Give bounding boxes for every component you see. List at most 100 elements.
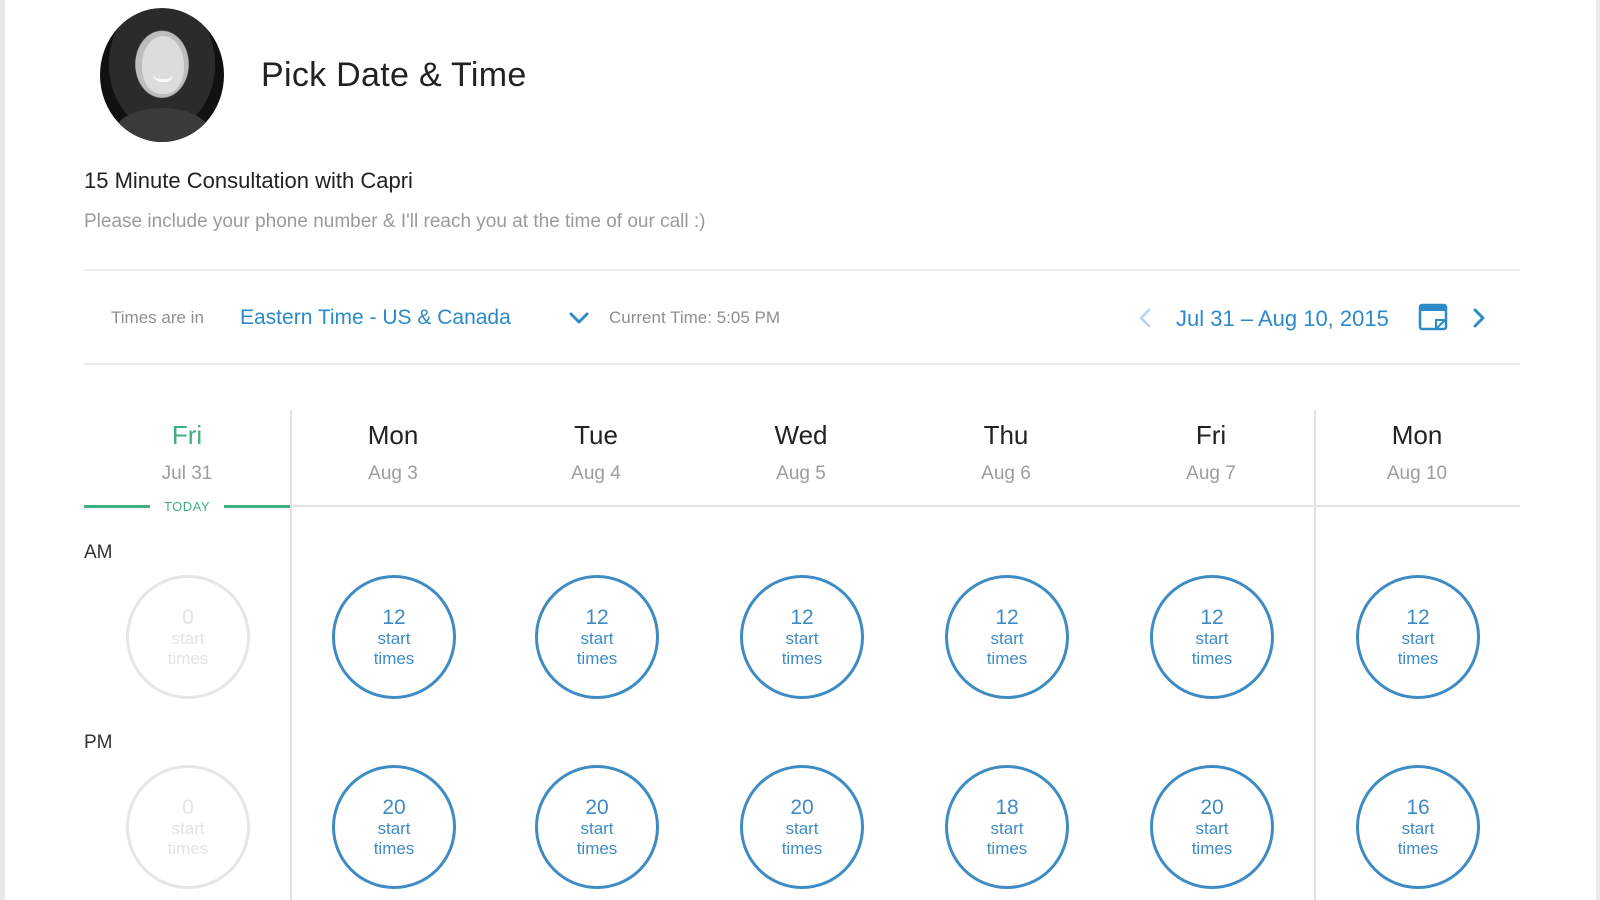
today-label: TODAY bbox=[163, 499, 211, 514]
slot-unit: times bbox=[373, 838, 415, 858]
slot-unit: start bbox=[171, 628, 205, 648]
date-range-label: Jul 31 – Aug 10, 2015 bbox=[1176, 306, 1389, 331]
am-slot-aug-3[interactable]: 12 start times bbox=[332, 575, 456, 699]
day-name: Tue bbox=[574, 420, 618, 450]
page-title: Pick Date & Time bbox=[261, 56, 527, 94]
slot-count: 20 bbox=[790, 795, 814, 819]
pm-slot-jul-31: 0 start times bbox=[126, 765, 250, 889]
slot-unit: start bbox=[580, 628, 614, 648]
pm-slot-aug-4[interactable]: 20 start times bbox=[535, 765, 659, 889]
slot-unit: times bbox=[167, 838, 209, 858]
day-date: Jul 31 bbox=[161, 463, 213, 484]
day-header-3: Wed Aug 5 bbox=[711, 420, 891, 485]
day-name: Fri bbox=[1195, 420, 1227, 450]
timezone-select[interactable]: Eastern Time - US & Canada bbox=[240, 306, 511, 330]
slot-count: 12 bbox=[995, 605, 1019, 629]
pm-slot-aug-7[interactable]: 20 start times bbox=[1150, 765, 1274, 889]
day-name: Fri bbox=[171, 420, 203, 450]
slot-count: 12 bbox=[382, 605, 406, 629]
slot-unit: times bbox=[986, 838, 1028, 858]
slot-count: 0 bbox=[182, 605, 194, 629]
slot-unit: start bbox=[1401, 628, 1435, 648]
day-date: Aug 6 bbox=[981, 463, 1031, 484]
slot-count: 12 bbox=[1406, 605, 1430, 629]
slot-unit: start bbox=[1195, 628, 1229, 648]
chevron-left-icon[interactable] bbox=[1136, 306, 1154, 330]
slot-count: 12 bbox=[1200, 605, 1224, 629]
window-frame-right bbox=[1596, 0, 1600, 900]
slot-unit: start bbox=[377, 818, 411, 838]
day-header-1: Mon Aug 3 bbox=[303, 420, 483, 485]
slot-unit: times bbox=[576, 838, 618, 858]
day-name: Mon bbox=[367, 420, 419, 450]
slot-count: 12 bbox=[790, 605, 814, 629]
avatar bbox=[100, 8, 224, 142]
window-frame-left bbox=[0, 0, 5, 900]
slot-unit: times bbox=[167, 648, 209, 668]
slot-unit: times bbox=[373, 648, 415, 668]
slot-unit: start bbox=[990, 818, 1024, 838]
am-slot-aug-4[interactable]: 12 start times bbox=[535, 575, 659, 699]
slot-count: 20 bbox=[585, 795, 609, 819]
am-label: AM bbox=[84, 542, 113, 563]
slot-unit: times bbox=[1191, 648, 1233, 668]
today-underline-right bbox=[224, 505, 290, 508]
day-date: Aug 3 bbox=[368, 463, 418, 484]
day-date: Aug 4 bbox=[571, 463, 621, 484]
slot-count: 20 bbox=[382, 795, 406, 819]
am-slot-aug-7[interactable]: 12 start times bbox=[1150, 575, 1274, 699]
am-slot-aug-6[interactable]: 12 start times bbox=[945, 575, 1069, 699]
header-divider bbox=[293, 505, 1520, 507]
chevron-right-icon[interactable] bbox=[1470, 306, 1488, 330]
pm-slot-aug-5[interactable]: 20 start times bbox=[740, 765, 864, 889]
avatar-shoulders bbox=[114, 108, 210, 142]
slot-unit: start bbox=[1195, 818, 1229, 838]
day-date: Aug 7 bbox=[1186, 463, 1236, 484]
day-header-2: Tue Aug 4 bbox=[506, 420, 686, 485]
slot-unit: start bbox=[785, 818, 819, 838]
day-name: Thu bbox=[983, 420, 1029, 450]
day-header-0: Fri Jul 31 bbox=[97, 420, 277, 485]
day-date: Aug 10 bbox=[1386, 463, 1448, 484]
day-name: Mon bbox=[1391, 420, 1443, 450]
slot-unit: times bbox=[781, 648, 823, 668]
slot-count: 12 bbox=[585, 605, 609, 629]
am-slot-aug-10[interactable]: 12 start times bbox=[1356, 575, 1480, 699]
pm-label: PM bbox=[84, 732, 113, 753]
day-header-4: Thu Aug 6 bbox=[916, 420, 1096, 485]
avatar-face bbox=[142, 36, 184, 94]
slot-unit: start bbox=[580, 818, 614, 838]
slot-unit: times bbox=[1397, 838, 1439, 858]
slot-unit: start bbox=[785, 628, 819, 648]
day-name: Wed bbox=[774, 420, 828, 450]
today-underline-left bbox=[84, 505, 150, 508]
slot-unit: times bbox=[1397, 648, 1439, 668]
calendar-icon[interactable] bbox=[1418, 302, 1448, 332]
slot-unit: start bbox=[377, 628, 411, 648]
event-name: 15 Minute Consultation with Capri bbox=[84, 168, 413, 193]
am-slot-aug-5[interactable]: 12 start times bbox=[740, 575, 864, 699]
day-header-6: Mon Aug 10 bbox=[1327, 420, 1507, 485]
slot-count: 20 bbox=[1200, 795, 1224, 819]
current-time: Current Time: 5:05 PM bbox=[609, 308, 781, 327]
timezone-label: Times are in bbox=[111, 308, 204, 327]
divider-top bbox=[84, 269, 1520, 271]
slot-unit: times bbox=[781, 838, 823, 858]
column-divider-today bbox=[290, 410, 292, 900]
slot-unit: times bbox=[576, 648, 618, 668]
chevron-down-icon[interactable] bbox=[567, 308, 591, 328]
pm-slot-aug-3[interactable]: 20 start times bbox=[332, 765, 456, 889]
slot-unit: times bbox=[1191, 838, 1233, 858]
slot-count: 18 bbox=[995, 795, 1019, 819]
slot-unit: start bbox=[1401, 818, 1435, 838]
pm-slot-aug-10[interactable]: 16 start times bbox=[1356, 765, 1480, 889]
slot-unit: start bbox=[990, 628, 1024, 648]
event-description: Please include your phone number & I'll … bbox=[84, 211, 706, 232]
slot-count: 16 bbox=[1406, 795, 1430, 819]
slot-count: 0 bbox=[182, 795, 194, 819]
pm-slot-aug-6[interactable]: 18 start times bbox=[945, 765, 1069, 889]
slot-unit: times bbox=[986, 648, 1028, 668]
column-divider-week bbox=[1314, 410, 1316, 900]
divider-toolbar bbox=[84, 363, 1520, 365]
day-header-5: Fri Aug 7 bbox=[1121, 420, 1301, 485]
